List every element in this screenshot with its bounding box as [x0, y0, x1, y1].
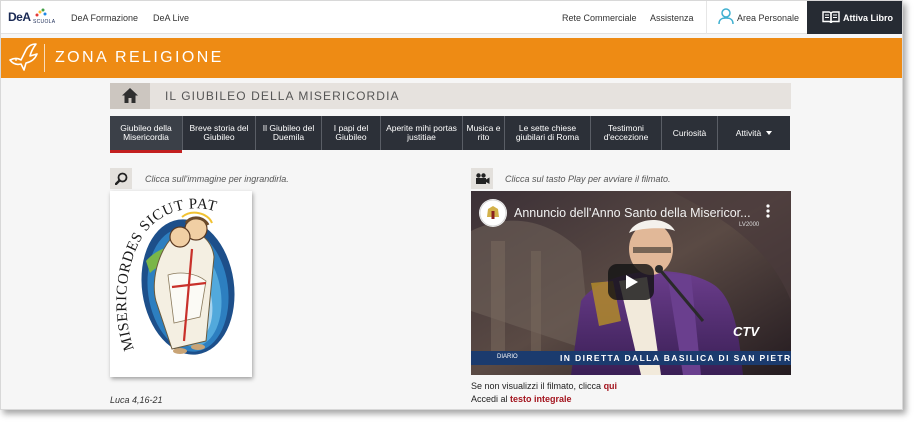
full-text-link[interactable]: testo integrale — [510, 394, 572, 404]
tab-giubileo-della-misericordia[interactable]: Giubileo della Misericordia — [110, 116, 183, 153]
video-corner-tag: LV2000 — [739, 222, 760, 228]
vatican-channel-avatar[interactable] — [479, 199, 507, 227]
attiva-libro-label: Attiva Libro — [843, 13, 894, 23]
zona-religione-banner: ZONA RELIGIONE — [1, 38, 902, 78]
user-icon — [718, 8, 734, 25]
logo-brand: DeA — [8, 10, 31, 24]
more-options-icon[interactable] — [765, 203, 771, 219]
jubilee-logo-graphic: MISERICORDES SICUT PATER — [105, 179, 235, 355]
tab-attivita[interactable]: Attività — [718, 116, 790, 150]
ticker-label: DIARIO — [497, 354, 518, 360]
dove-icon — [9, 43, 38, 71]
nav-link-dea-live[interactable]: DeA Live — [153, 13, 189, 23]
nav-link-assistenza[interactable]: Assistenza — [650, 13, 694, 23]
video-fallback-line: Se non visualizzi il filmato, clicca qui — [471, 381, 617, 391]
tab-aperite-mihi[interactable]: Aperite mihi portas justitiae — [381, 116, 463, 150]
image-zoom-hint: Clicca sull'immagine per ingrandirla. — [145, 174, 289, 184]
chevron-down-icon — [766, 131, 773, 135]
section-tabs: Giubileo della Misericordia Breve storia… — [110, 116, 790, 153]
top-navigation: DeA SCUOLA DeA Formazione DeA Live Rete … — [1, 1, 902, 34]
dea-scuola-logo[interactable]: DeA SCUOLA — [8, 7, 60, 29]
video-player[interactable]: Annuncio dell'Anno Santo della Misericor… — [471, 191, 791, 375]
attiva-libro-button[interactable]: Attiva Libro — [807, 1, 902, 34]
tab-testimoni[interactable]: Testimoni d'eccezione — [591, 116, 662, 150]
area-personale-button[interactable]: Area Personale — [706, 1, 807, 34]
fallback-text: Se non visualizzi il filmato, clicca — [471, 381, 604, 391]
tab-giubileo-duemila[interactable]: Il Giubileo del Duemila — [256, 116, 322, 150]
tab-breve-storia[interactable]: Breve storia del Giubileo — [183, 116, 256, 150]
logo-dots-icon — [35, 8, 47, 17]
tab-musica-e-rito[interactable]: Musica e rito — [463, 116, 505, 150]
full-text-line: Accedi al testo integrale — [471, 394, 572, 404]
nav-link-dea-formazione[interactable]: DeA Formazione — [71, 13, 138, 23]
full-text-prefix: Accedi al — [471, 394, 511, 404]
scripture-citation: Luca 4,16-21 — [110, 395, 163, 405]
jubilee-logo-image[interactable]: MISERICORDES SICUT PATER — [105, 179, 252, 377]
play-button[interactable] — [608, 264, 654, 300]
banner-title: ZONA RELIGIONE — [55, 49, 224, 66]
open-book-icon — [822, 11, 840, 24]
section-header: IL GIUBILEO DELLA MISERICORDIA — [110, 83, 791, 109]
home-button[interactable] — [110, 83, 150, 109]
zoom-icon-box — [110, 168, 132, 189]
home-icon — [122, 88, 138, 103]
page: DeA SCUOLA DeA Formazione DeA Live Rete … — [0, 0, 903, 410]
magnifier-icon — [115, 172, 128, 185]
papal-crest-icon — [479, 199, 507, 227]
video-icon-box — [471, 168, 493, 189]
banner-divider — [44, 44, 45, 72]
tab-sette-chiese[interactable]: Le sette chiese giubilari di Roma — [505, 116, 591, 150]
tab-papi-del-giubileo[interactable]: I papi del Giubileo — [322, 116, 381, 150]
nav-link-rete-commerciale[interactable]: Rete Commerciale — [562, 13, 637, 23]
ticker-text: IN DIRETTA DALLA BASILICA DI SAN PIETRO … — [560, 353, 791, 363]
video-title[interactable]: Annuncio dell'Anno Santo della Misericor… — [514, 206, 751, 220]
film-camera-icon — [476, 173, 490, 184]
fallback-link[interactable]: qui — [604, 381, 618, 391]
tab-attivita-label: Attività — [735, 127, 762, 138]
section-title: IL GIUBILEO DELLA MISERICORDIA — [165, 89, 400, 103]
tab-curiosita[interactable]: Curiosità — [662, 116, 718, 150]
logo-sub: SCUOLA — [33, 19, 56, 25]
ctv-watermark: CTV — [733, 324, 759, 339]
video-play-hint: Clicca sul tasto Play per avviare il fil… — [505, 174, 671, 184]
area-personale-label: Area Personale — [737, 13, 800, 23]
